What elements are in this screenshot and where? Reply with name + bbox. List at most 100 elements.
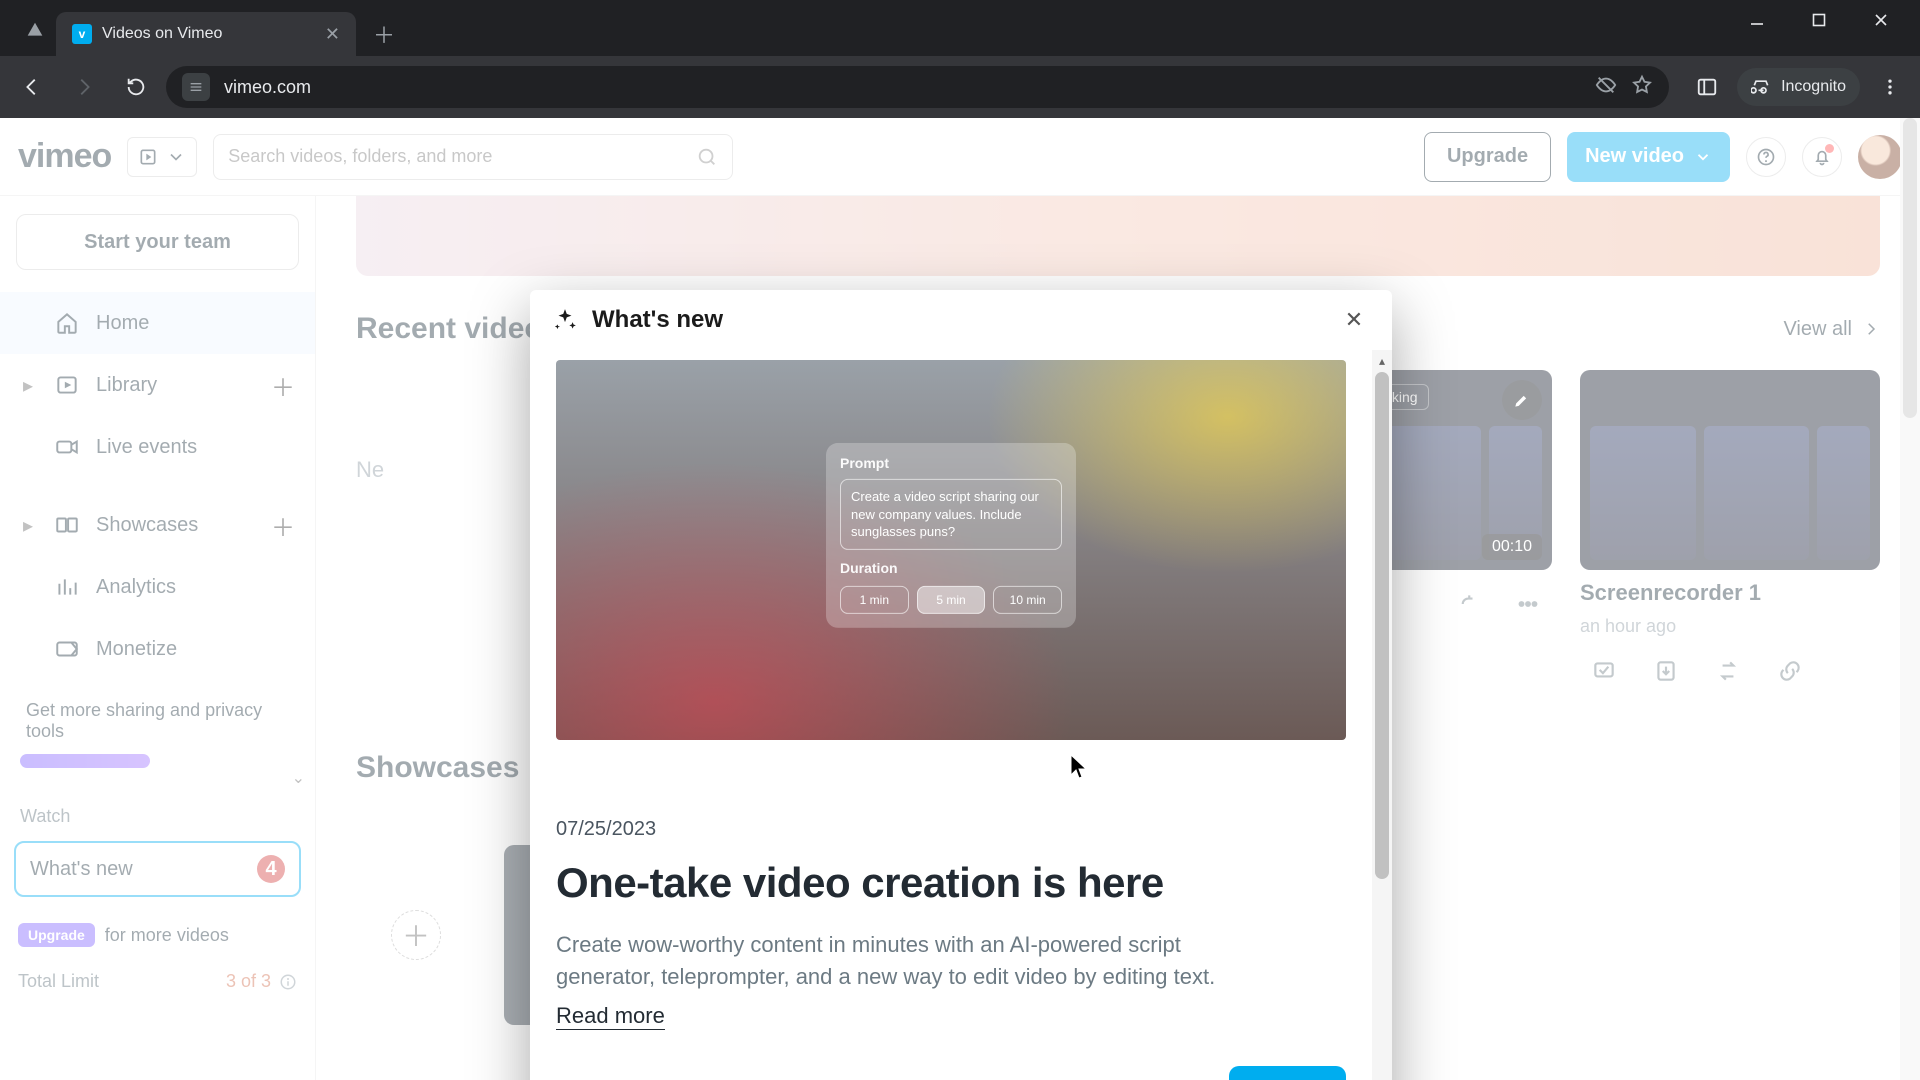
sidebar-total-limit: Total Limit 3 of 3 [0, 953, 315, 992]
modal-scrollbar[interactable]: ▴ ▾ [1372, 350, 1392, 1080]
video-thumbnail[interactable] [1580, 370, 1880, 570]
review-button[interactable] [1580, 647, 1628, 695]
modal-paragraph: Create wow-worthy content in minutes wit… [556, 929, 1276, 993]
favicon-icon: v [72, 24, 92, 44]
view-all-link[interactable]: View all [1783, 318, 1880, 341]
modal-close-button[interactable]: ✕ [1338, 304, 1370, 336]
total-limit-value: 3 of 3 [226, 971, 271, 992]
video-meta: an hour ago [1580, 616, 1880, 637]
tab-strip: v Videos on Vimeo ✕ ＋ [0, 0, 1920, 56]
browser-toolbar: vimeo.com Incognito [0, 56, 1920, 118]
url-text: vimeo.com [224, 77, 311, 98]
more-button[interactable] [1504, 580, 1552, 628]
hero-banner [356, 196, 1880, 276]
home-icon [54, 310, 80, 336]
page-scrollbar[interactable] [1900, 118, 1920, 1080]
window-close-button[interactable] [1850, 0, 1912, 40]
edit-thumbnail-button[interactable] [1502, 380, 1542, 420]
search-input-wrapper[interactable] [213, 134, 733, 180]
add-to-library-button[interactable]: ＋ [269, 371, 297, 399]
new-tab-button[interactable]: ＋ [366, 16, 402, 52]
sidebar-item-analytics[interactable]: Analytics [0, 556, 315, 618]
tab-close-button[interactable]: ✕ [325, 24, 340, 45]
tab-search-button[interactable] [14, 10, 56, 52]
scroll-up-icon[interactable]: ▴ [1372, 350, 1392, 372]
modal-headline: One-take video creation is here [556, 859, 1346, 907]
sidepanel-icon[interactable] [1687, 67, 1727, 107]
address-bar[interactable]: vimeo.com [166, 66, 1669, 108]
notifications-button[interactable] [1802, 137, 1842, 177]
new-video-label: New video [1585, 145, 1684, 168]
hero-prompt-text: Create a video script sharing our new co… [840, 479, 1062, 550]
hero-duration-label: Duration [840, 560, 1062, 576]
nav-forward-button[interactable] [62, 65, 106, 109]
chevron-down-icon [166, 147, 186, 167]
sidebar-item-label: Monetize [96, 638, 177, 661]
total-limit-label: Total Limit [18, 971, 99, 992]
site-settings-icon[interactable] [182, 73, 210, 101]
add-showcase-button[interactable]: ＋ [269, 511, 297, 539]
help-button[interactable] [1746, 137, 1786, 177]
sidebar-whats-new[interactable]: What's new 4 [14, 841, 301, 897]
start-team-button[interactable]: Start your team [16, 214, 299, 270]
search-input[interactable] [228, 146, 684, 167]
chevron-right-icon [1862, 320, 1880, 338]
new-video-button[interactable]: New video [1567, 132, 1730, 182]
sidebar-section-watch: Watch [0, 788, 315, 835]
nav-reload-button[interactable] [114, 65, 158, 109]
sidebar-item-showcases[interactable]: ▸ Showcases ＋ [0, 494, 315, 556]
incognito-eye-icon[interactable] [1595, 74, 1617, 101]
window-minimize-button[interactable] [1726, 0, 1788, 40]
sidebar-item-monetize[interactable]: Monetize [0, 618, 315, 680]
sidebar-item-home[interactable]: Home [0, 292, 315, 354]
sidebar-item-live-events[interactable]: Live events [0, 416, 315, 478]
read-more-link[interactable]: Read more [556, 1003, 665, 1030]
sparkle-icon [552, 307, 578, 333]
try-it-button[interactable]: Try it [1229, 1066, 1346, 1080]
video-actions [1580, 647, 1880, 695]
showcases-icon [54, 512, 80, 538]
whats-new-modal: What's new ✕ Prompt Create a video scrip… [530, 290, 1392, 1080]
link-button[interactable] [1766, 647, 1814, 695]
window-maximize-button[interactable] [1788, 0, 1850, 40]
add-showcase-circle[interactable]: ＋ [391, 910, 441, 960]
library-icon [54, 372, 80, 398]
video-title: Screenrecorder 1 [1580, 580, 1880, 606]
notification-dot-icon [1825, 144, 1834, 153]
download-button[interactable] [1642, 647, 1690, 695]
url-actions [1595, 74, 1653, 101]
bookmark-star-icon[interactable] [1631, 74, 1653, 101]
app-topbar: vimeo Upgrade New video [0, 118, 1920, 196]
sidebar-item-library[interactable]: ▸ Library ＋ [0, 354, 315, 416]
sidebar-upgrade-row[interactable]: Upgrade for more videos [0, 903, 315, 953]
swap-button[interactable] [1704, 647, 1752, 695]
window-controls [1726, 0, 1912, 56]
sidebar-scroll-down-icon[interactable]: ⌄ [0, 768, 315, 788]
placeholder-text: Ne [356, 457, 384, 483]
whats-new-count-badge: 4 [257, 855, 285, 883]
modal-title: What's new [592, 306, 723, 334]
sidebar-item-label: Live events [96, 436, 197, 459]
recent-videos-heading: Recent videos [356, 312, 559, 346]
info-icon[interactable] [279, 973, 297, 991]
nav-back-button[interactable] [10, 65, 54, 109]
video-card[interactable]: Screenrecorder 1 an hour ago [1580, 370, 1880, 695]
tab-title: Videos on Vimeo [102, 25, 315, 43]
whats-new-label: What's new [30, 858, 133, 881]
cursor-icon [1070, 754, 1088, 780]
workspace-switcher[interactable] [127, 137, 197, 177]
sidebar-promo-bar [20, 754, 150, 768]
analytics-icon [54, 574, 80, 600]
sidebar-item-label: Showcases [96, 514, 198, 537]
vimeo-logo[interactable]: vimeo [18, 137, 111, 176]
avatar[interactable] [1858, 135, 1902, 179]
browser-tab-active[interactable]: v Videos on Vimeo ✕ [56, 12, 356, 56]
share-button[interactable] [1442, 580, 1490, 628]
hero-prompt-card: Prompt Create a video script sharing our… [826, 443, 1076, 628]
incognito-chip[interactable]: Incognito [1737, 68, 1860, 106]
upgrade-button[interactable]: Upgrade [1424, 132, 1551, 182]
modal-body: Prompt Create a video script sharing our… [530, 350, 1372, 1080]
sidebar-item-label: Home [96, 312, 149, 335]
search-icon [696, 146, 718, 168]
browser-menu-button[interactable] [1870, 67, 1910, 107]
